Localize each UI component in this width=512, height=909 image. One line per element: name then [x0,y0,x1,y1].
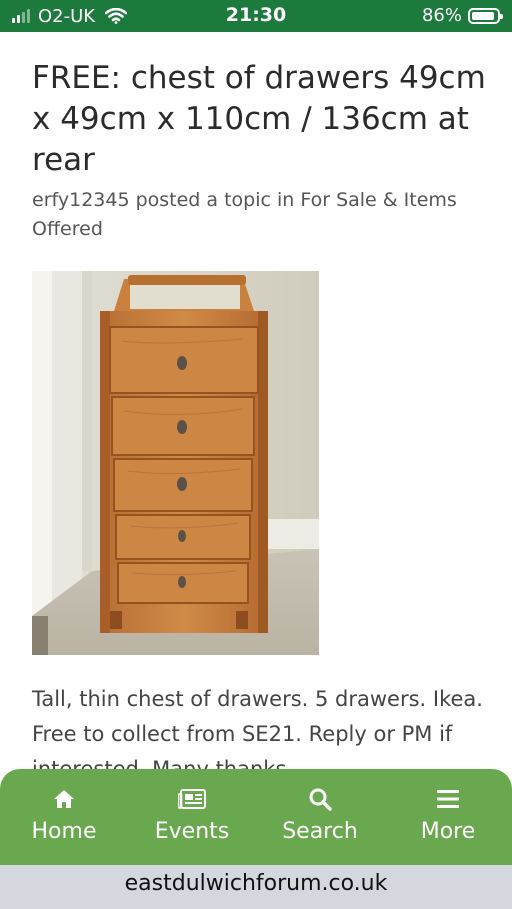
search-icon [308,787,332,811]
newspaper-icon [178,787,206,811]
tab-events-label: Events [154,819,230,844]
post-title: FREE: chest of drawers 49cm x 49cm x 110… [32,60,486,178]
battery-icon [468,7,503,24]
status-right: 86% [421,5,503,26]
tab-events[interactable]: Events [128,769,256,865]
tab-more-label: More [420,819,476,844]
tab-more[interactable]: More [384,769,512,865]
bottom-tab-bar: Home Events Search More [0,769,512,865]
post-image[interactable] [32,271,319,655]
home-icon [52,787,76,811]
tab-home-label: Home [31,819,97,844]
url-text[interactable]: eastdulwichforum.co.uk [0,871,512,896]
battery-percentage: 86% [421,5,462,26]
menu-icon [436,787,460,811]
browser-address-bar[interactable]: eastdulwichforum.co.uk [0,865,512,909]
tab-home[interactable]: Home [0,769,128,865]
tab-search[interactable]: Search [256,769,384,865]
status-bar: O2-UK 21:30 86% [0,0,512,32]
tab-search-label: Search [282,819,358,844]
chest-of-drawers-photo [32,271,319,655]
post-meta[interactable]: erfy12345 posted a topic in For Sale & I… [32,186,482,244]
